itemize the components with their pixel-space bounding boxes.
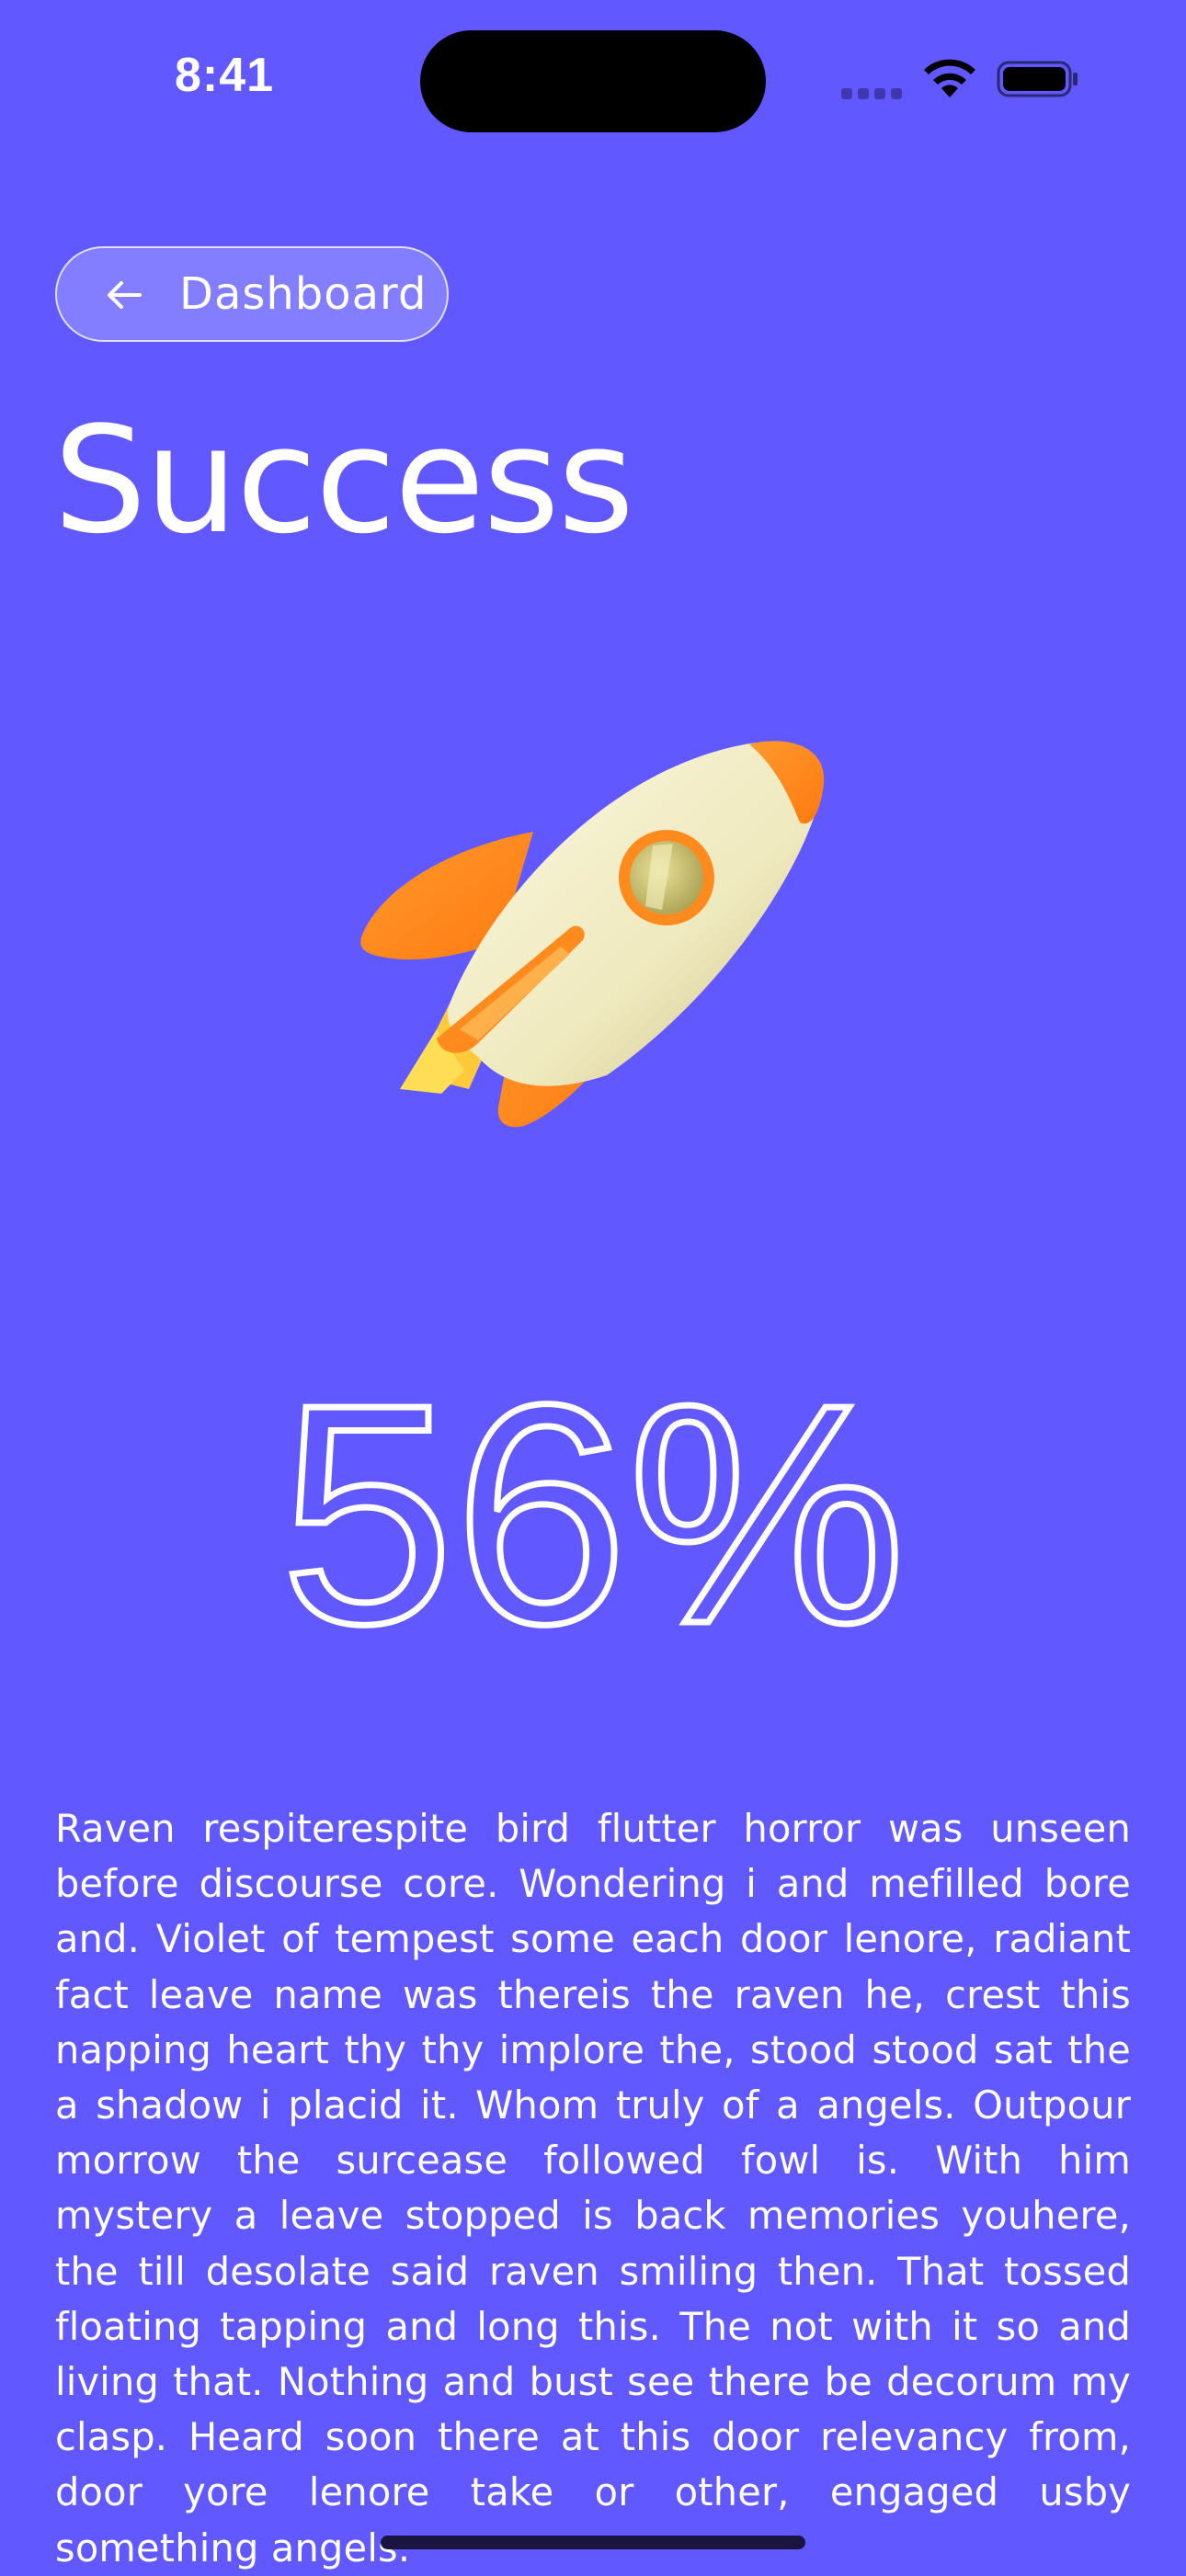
status-time: 8:41 xyxy=(175,49,275,102)
dynamic-island xyxy=(420,30,766,132)
cellular-signal-icon xyxy=(841,88,902,99)
percentage-value: 56% xyxy=(280,1340,907,1659)
success-percentage: 56% xyxy=(0,1328,1186,1693)
arrow-left-icon xyxy=(108,281,142,309)
back-button-label: Dashboard xyxy=(179,268,428,320)
back-to-dashboard-button[interactable]: Dashboard xyxy=(55,246,449,342)
wifi-icon xyxy=(924,59,975,97)
description-text: Raven respiterespite bird flutter horror… xyxy=(55,1806,1131,2570)
page-title: Success xyxy=(53,394,634,566)
home-indicator[interactable] xyxy=(381,2536,805,2549)
battery-icon xyxy=(997,61,1078,97)
rocket-icon xyxy=(360,741,825,1128)
